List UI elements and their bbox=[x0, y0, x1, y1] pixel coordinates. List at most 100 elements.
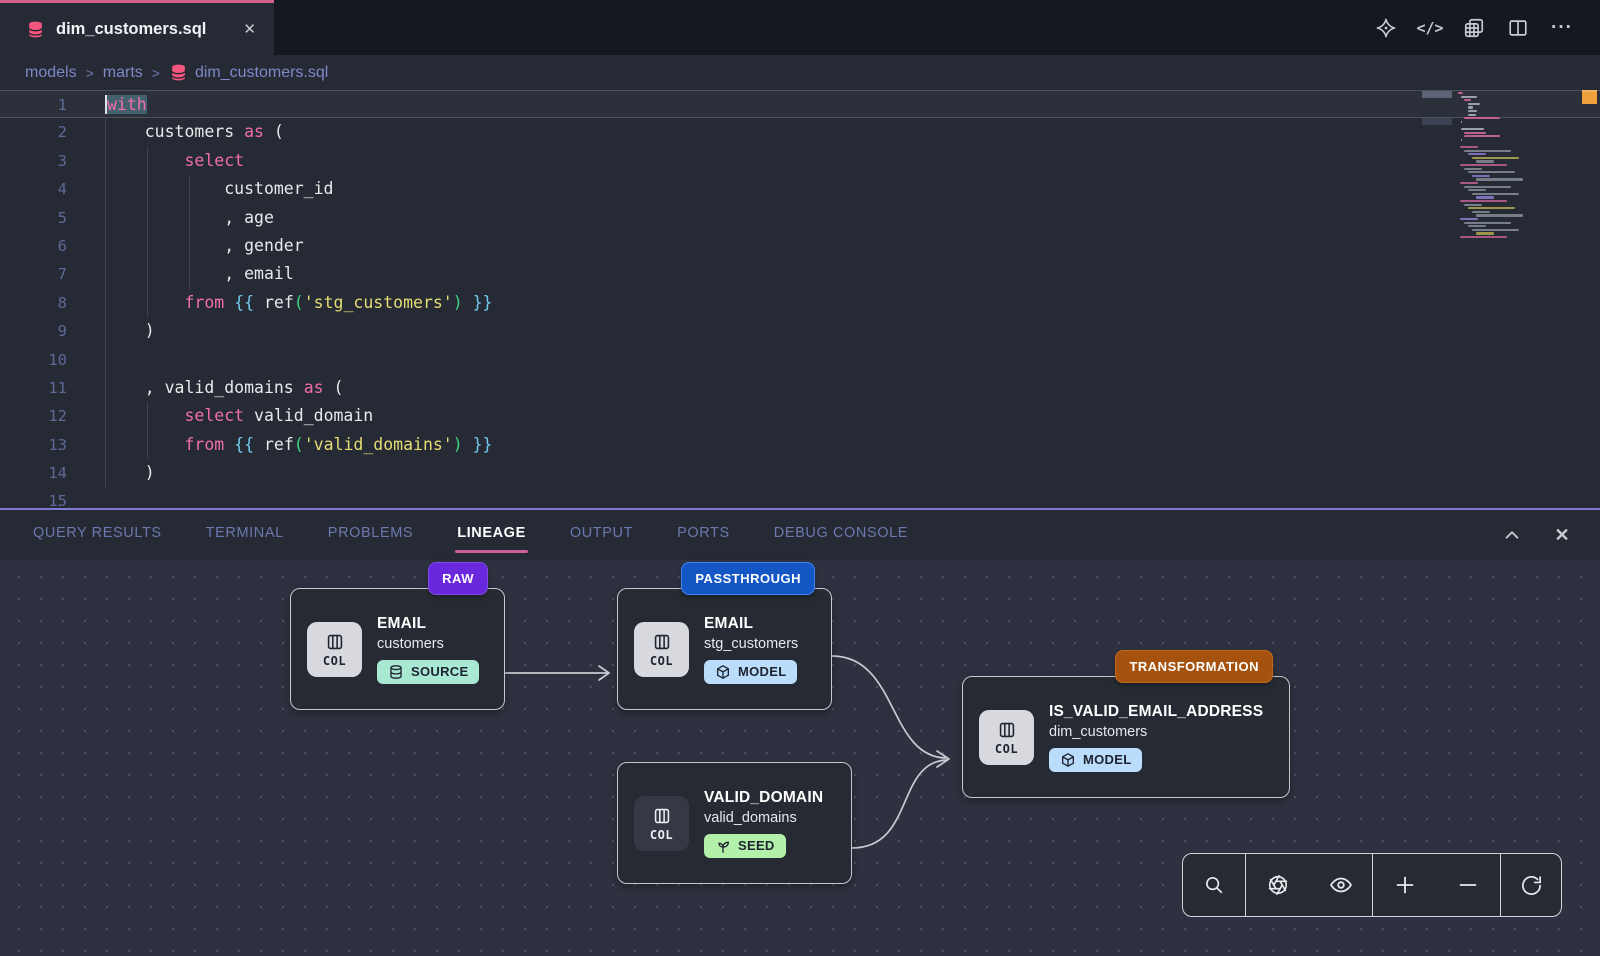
code-text: with bbox=[105, 91, 147, 117]
node-subtitle: stg_customers bbox=[704, 636, 798, 652]
more-options-icon[interactable]: ··· bbox=[1550, 16, 1574, 40]
editor-tab-bar: dim_customers.sql ✕ </> ··· bbox=[0, 0, 1600, 55]
code-line-12[interactable]: 12 select valid_domain bbox=[0, 402, 1600, 430]
code-text: , valid_domains as ( bbox=[105, 374, 343, 402]
refresh-button[interactable] bbox=[1511, 865, 1551, 905]
panel-tab-terminal[interactable]: TERMINAL bbox=[206, 519, 284, 551]
breadcrumb-separator: > bbox=[152, 65, 160, 81]
dbt-format-icon[interactable] bbox=[1374, 16, 1398, 40]
code-line-3[interactable]: 3 select bbox=[0, 147, 1600, 175]
line-number: 6 bbox=[0, 232, 105, 260]
eye-button[interactable] bbox=[1321, 865, 1361, 905]
line-number: 2 bbox=[0, 118, 105, 146]
code-line-9[interactable]: 9 ) bbox=[0, 317, 1600, 345]
model-type-badge: MODEL bbox=[704, 660, 797, 684]
search-button[interactable] bbox=[1194, 865, 1234, 905]
code-line-11[interactable]: 11 , valid_domains as ( bbox=[0, 374, 1600, 402]
line-number: 12 bbox=[0, 402, 105, 430]
indent-guide bbox=[189, 175, 190, 289]
panel-tab-ports[interactable]: PORTS bbox=[677, 519, 730, 551]
breadcrumb-item-marts[interactable]: marts bbox=[103, 64, 143, 82]
edge-stg-to-dim bbox=[832, 656, 946, 758]
lineage-node-dim_customers[interactable]: TRANSFORMATIONCOLIS_VALID_EMAIL_ADDRESSd… bbox=[962, 676, 1290, 798]
node-title: IS_VALID_EMAIL_ADDRESS bbox=[1049, 703, 1263, 721]
line-number: 1 bbox=[0, 91, 105, 117]
column-chip: COL bbox=[634, 796, 689, 851]
code-line-13[interactable]: 13 from {{ ref('valid_domains') }} bbox=[0, 431, 1600, 459]
panel-tab-lineage[interactable]: LINEAGE bbox=[457, 519, 526, 551]
code-line-7[interactable]: 7 , email bbox=[0, 260, 1600, 288]
lineage-canvas[interactable]: RAWCOLEMAILcustomersSOURCEPASSTHROUGHCOL… bbox=[0, 560, 1600, 956]
code-text: from {{ ref('stg_customers') }} bbox=[105, 289, 493, 317]
code-line-10[interactable]: 10 bbox=[0, 346, 1600, 374]
seed-type-badge: SEED bbox=[704, 834, 786, 858]
panel-tab-query-results[interactable]: QUERY RESULTS bbox=[33, 519, 162, 551]
close-tab-icon[interactable]: ✕ bbox=[243, 20, 256, 38]
minimap[interactable] bbox=[1454, 90, 1572, 250]
database-icon bbox=[388, 664, 404, 680]
toolbar-group bbox=[1373, 854, 1501, 916]
code-line-1[interactable]: 1with bbox=[0, 90, 1600, 118]
panel-tab-problems[interactable]: PROBLEMS bbox=[328, 519, 413, 551]
breadcrumb-item-models[interactable]: models bbox=[25, 64, 77, 82]
code-line-2[interactable]: 2 customers as ( bbox=[0, 118, 1600, 146]
panel-tab-output[interactable]: OUTPUT bbox=[570, 519, 633, 551]
line-number: 9 bbox=[0, 317, 105, 345]
code-line-6[interactable]: 6 , gender bbox=[0, 232, 1600, 260]
toolbar-group bbox=[1501, 854, 1561, 916]
node-title: EMAIL bbox=[377, 615, 426, 633]
panel-tab-debug-console[interactable]: DEBUG CONSOLE bbox=[774, 519, 908, 551]
column-chip-label: COL bbox=[323, 654, 346, 668]
indent-guide bbox=[147, 402, 148, 459]
lineage-node-stg_customers[interactable]: PASSTHROUGHCOLEMAILstg_customersMODEL bbox=[617, 588, 832, 710]
code-view-icon[interactable]: </> bbox=[1418, 16, 1442, 40]
split-editor-icon[interactable] bbox=[1506, 16, 1530, 40]
code-lines: 1with2 customers as (3 select4 customer_… bbox=[0, 90, 1600, 508]
model-type-badge: MODEL bbox=[1049, 748, 1142, 772]
column-chip: COL bbox=[634, 622, 689, 677]
aperture-button[interactable] bbox=[1258, 865, 1298, 905]
code-editor[interactable]: 1with2 customers as (3 select4 customer_… bbox=[0, 90, 1600, 508]
line-number: 14 bbox=[0, 459, 105, 487]
code-line-15[interactable]: 15 bbox=[0, 487, 1600, 508]
line-number: 10 bbox=[0, 346, 105, 374]
line-number: 4 bbox=[0, 175, 105, 203]
transformation-badge: TRANSFORMATION bbox=[1115, 650, 1273, 683]
passthrough-badge: PASSTHROUGH bbox=[681, 562, 815, 595]
overview-ruler-marker bbox=[1582, 90, 1597, 104]
code-text: ) bbox=[105, 459, 155, 487]
lineage-node-valid_domains[interactable]: COLVALID_DOMAINvalid_domainsSEED bbox=[617, 762, 852, 884]
zoom-in-button[interactable] bbox=[1385, 865, 1425, 905]
column-chip: COL bbox=[307, 622, 362, 677]
code-text: customer_id bbox=[105, 175, 333, 203]
line-number: 11 bbox=[0, 374, 105, 402]
code-line-14[interactable]: 14 ) bbox=[0, 459, 1600, 487]
toolbar-group bbox=[1246, 854, 1373, 916]
lineage-node-customers[interactable]: RAWCOLEMAILcustomersSOURCE bbox=[290, 588, 505, 710]
columns-icon bbox=[323, 631, 347, 653]
close-panel-icon[interactable]: ✕ bbox=[1550, 523, 1574, 547]
raw-badge: RAW bbox=[428, 562, 488, 595]
node-subtitle: customers bbox=[377, 636, 444, 652]
code-text: from {{ ref('valid_domains') }} bbox=[105, 431, 493, 459]
collapse-panel-icon[interactable] bbox=[1500, 523, 1524, 547]
edge-arrowhead bbox=[937, 751, 949, 767]
tab-dim-customers[interactable]: dim_customers.sql ✕ bbox=[0, 0, 274, 55]
line-number: 15 bbox=[0, 487, 105, 508]
code-text: select valid_domain bbox=[105, 402, 373, 430]
line-number: 5 bbox=[0, 204, 105, 232]
database-icon bbox=[26, 20, 45, 39]
zoom-out-button[interactable] bbox=[1448, 865, 1488, 905]
edge-valid-to-dim bbox=[852, 760, 946, 848]
code-line-8[interactable]: 8 from {{ ref('stg_customers') }} bbox=[0, 289, 1600, 317]
breadcrumb-item-dim_customers-sql[interactable]: dim_customers.sql bbox=[169, 63, 328, 82]
columns-icon bbox=[995, 719, 1019, 741]
duplicate-table-icon[interactable] bbox=[1462, 16, 1486, 40]
code-line-5[interactable]: 5 , age bbox=[0, 204, 1600, 232]
indent-guide bbox=[147, 147, 148, 317]
node-title: EMAIL bbox=[704, 615, 753, 633]
columns-icon bbox=[650, 631, 674, 653]
code-line-4[interactable]: 4 customer_id bbox=[0, 175, 1600, 203]
database-icon bbox=[169, 63, 188, 82]
lineage-toolbar bbox=[1182, 853, 1562, 917]
